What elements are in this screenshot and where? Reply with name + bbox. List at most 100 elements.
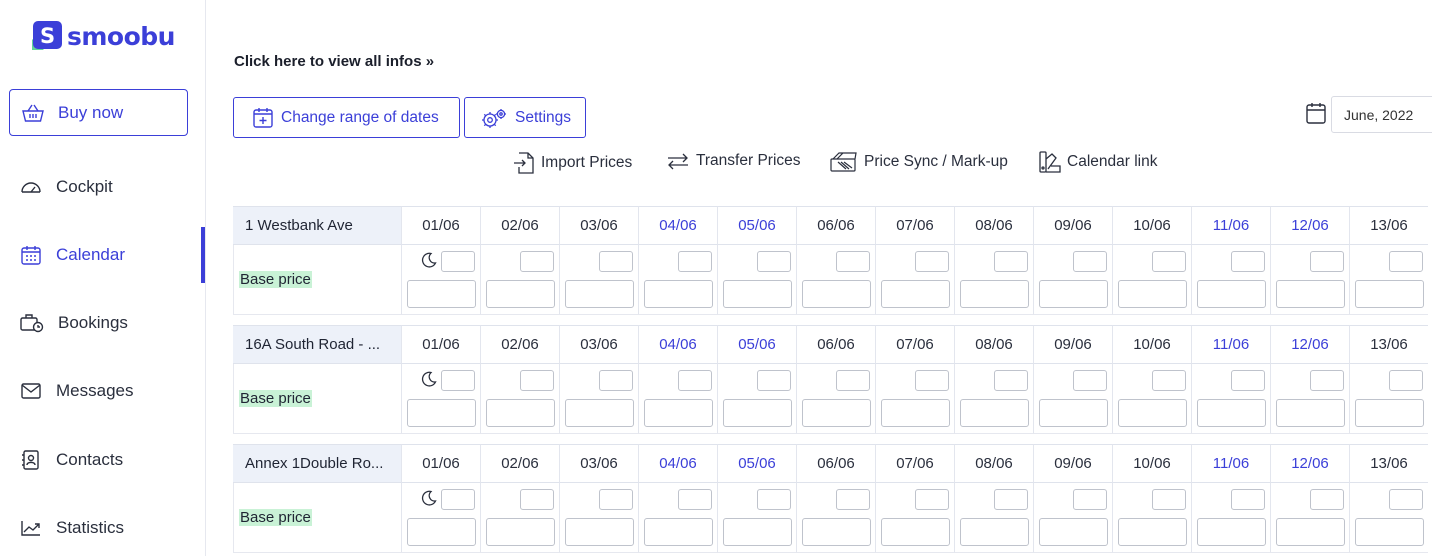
- min-stay-input[interactable]: [915, 370, 949, 391]
- min-stay-input[interactable]: [1231, 251, 1265, 272]
- min-stay-input[interactable]: [1310, 251, 1344, 272]
- min-stay-input[interactable]: [1231, 489, 1265, 510]
- speedometer-icon: [21, 182, 41, 193]
- min-stay-input[interactable]: [1389, 489, 1423, 510]
- min-stay-input[interactable]: [994, 370, 1028, 391]
- price-input[interactable]: [960, 280, 1029, 308]
- min-stay-input[interactable]: [441, 370, 475, 391]
- min-stay-input[interactable]: [757, 489, 791, 510]
- sidebar-item-contacts[interactable]: Contacts: [0, 440, 205, 480]
- min-stay-input[interactable]: [1152, 370, 1186, 391]
- min-stay-input[interactable]: [1310, 370, 1344, 391]
- change-range-button[interactable]: Change range of dates: [233, 97, 460, 138]
- min-stay-input[interactable]: [1152, 251, 1186, 272]
- price-input[interactable]: [723, 518, 792, 546]
- price-input[interactable]: [644, 518, 713, 546]
- min-stay-input[interactable]: [678, 489, 712, 510]
- price-input[interactable]: [565, 399, 634, 427]
- price-input[interactable]: [1355, 399, 1424, 427]
- price-input[interactable]: [1355, 280, 1424, 308]
- price-input[interactable]: [1039, 280, 1108, 308]
- price-input[interactable]: [1118, 399, 1187, 427]
- price-input[interactable]: [881, 280, 950, 308]
- min-stay-input[interactable]: [1231, 370, 1265, 391]
- price-input[interactable]: [1276, 280, 1345, 308]
- price-input[interactable]: [644, 399, 713, 427]
- price-input[interactable]: [1197, 518, 1266, 546]
- view-all-infos-link[interactable]: Click here to view all infos »: [234, 53, 434, 70]
- change-range-label: Change range of dates: [281, 108, 439, 126]
- price-input[interactable]: [565, 280, 634, 308]
- min-stay-input[interactable]: [915, 251, 949, 272]
- price-input[interactable]: [1039, 518, 1108, 546]
- price-input[interactable]: [960, 399, 1029, 427]
- price-input[interactable]: [881, 399, 950, 427]
- price-input[interactable]: [407, 280, 476, 308]
- buy-now-button[interactable]: Buy now: [9, 89, 188, 136]
- min-stay-input[interactable]: [836, 370, 870, 391]
- date-header: 01/06: [401, 444, 480, 483]
- price-input[interactable]: [407, 518, 476, 546]
- price-input[interactable]: [1118, 280, 1187, 308]
- price-input[interactable]: [486, 280, 555, 308]
- min-stay-input[interactable]: [599, 370, 633, 391]
- import-prices-button[interactable]: Import Prices: [513, 151, 632, 175]
- min-stay-input[interactable]: [994, 489, 1028, 510]
- price-input[interactable]: [486, 399, 555, 427]
- price-input[interactable]: [1355, 518, 1424, 546]
- price-input[interactable]: [1039, 399, 1108, 427]
- min-stay-input[interactable]: [678, 370, 712, 391]
- sidebar-item-messages[interactable]: Messages: [0, 371, 205, 411]
- price-input[interactable]: [1276, 518, 1345, 546]
- min-stay-input[interactable]: [1310, 489, 1344, 510]
- month-picker-input[interactable]: June, 2022: [1331, 96, 1432, 133]
- min-stay-input[interactable]: [1073, 489, 1107, 510]
- min-stay-input[interactable]: [520, 251, 554, 272]
- transfer-prices-button[interactable]: Transfer Prices: [666, 151, 801, 171]
- price-input[interactable]: [565, 518, 634, 546]
- min-stay-input[interactable]: [599, 489, 633, 510]
- price-input[interactable]: [802, 280, 871, 308]
- min-stay-input[interactable]: [757, 251, 791, 272]
- min-stay-input[interactable]: [441, 251, 475, 272]
- min-stay-input[interactable]: [915, 489, 949, 510]
- price-input[interactable]: [960, 518, 1029, 546]
- min-stay-input[interactable]: [520, 370, 554, 391]
- price-input[interactable]: [1197, 280, 1266, 308]
- min-stay-input[interactable]: [1389, 251, 1423, 272]
- price-input[interactable]: [1118, 518, 1187, 546]
- min-stay-input[interactable]: [678, 251, 712, 272]
- min-stay-input[interactable]: [1389, 370, 1423, 391]
- price-input[interactable]: [881, 518, 950, 546]
- price-input[interactable]: [486, 518, 555, 546]
- sidebar-item-calendar[interactable]: Calendar: [0, 235, 205, 275]
- day-cell: [1270, 245, 1349, 315]
- min-stay-input[interactable]: [836, 489, 870, 510]
- price-input[interactable]: [1276, 399, 1345, 427]
- price-sync-button[interactable]: Price Sync / Mark-up: [830, 151, 1008, 173]
- settings-button[interactable]: Settings: [464, 97, 586, 138]
- price-input[interactable]: [723, 280, 792, 308]
- price-input[interactable]: [802, 399, 871, 427]
- min-stay-input[interactable]: [757, 370, 791, 391]
- calendar-icon[interactable]: [1306, 102, 1326, 129]
- min-stay-input[interactable]: [599, 251, 633, 272]
- min-stay-input[interactable]: [520, 489, 554, 510]
- min-stay-input[interactable]: [441, 489, 475, 510]
- price-input[interactable]: [802, 518, 871, 546]
- min-stay-input[interactable]: [836, 251, 870, 272]
- sidebar-item-statistics[interactable]: Statistics: [0, 508, 205, 548]
- price-input[interactable]: [1197, 399, 1266, 427]
- sidebar-item-bookings[interactable]: Bookings: [0, 303, 205, 343]
- price-input[interactable]: [407, 399, 476, 427]
- min-stay-input[interactable]: [994, 251, 1028, 272]
- day-cell: [1191, 364, 1270, 434]
- min-stay-input[interactable]: [1073, 251, 1107, 272]
- smoobu-logo[interactable]: S smoobu: [29, 19, 175, 53]
- min-stay-input[interactable]: [1152, 489, 1186, 510]
- min-stay-input[interactable]: [1073, 370, 1107, 391]
- calendar-link-button[interactable]: Calendar link: [1039, 151, 1157, 173]
- price-input[interactable]: [723, 399, 792, 427]
- price-input[interactable]: [644, 280, 713, 308]
- sidebar-item-cockpit[interactable]: Cockpit: [0, 167, 205, 207]
